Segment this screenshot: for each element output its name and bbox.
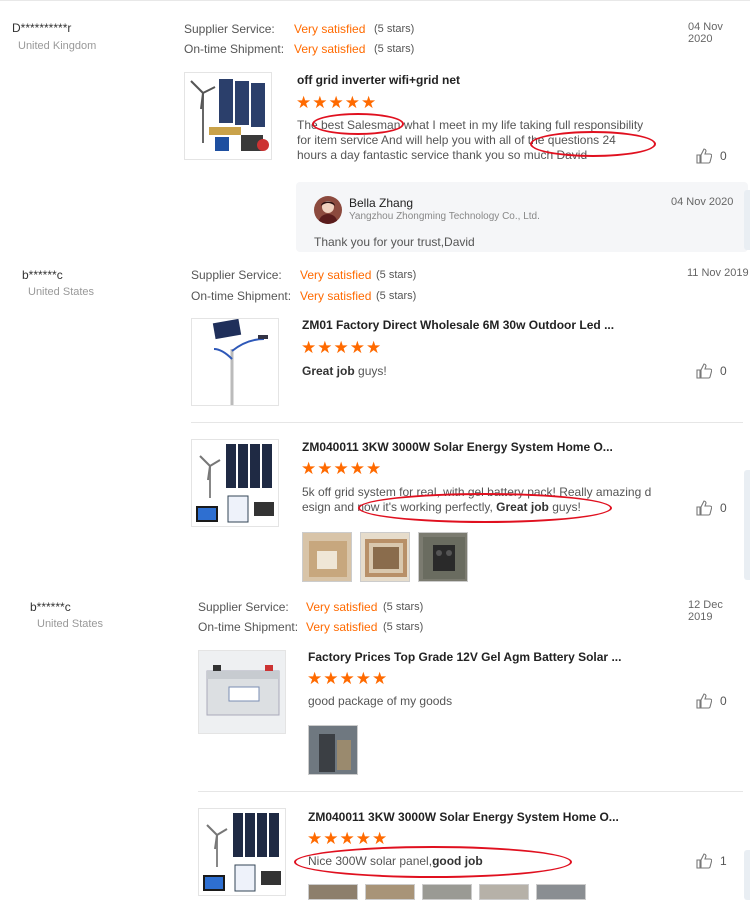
scrollbar-handle[interactable] [744,470,750,580]
product-thumbnail[interactable] [198,808,286,896]
thumbs-up-icon [696,148,712,164]
product-divider [191,422,743,423]
shipment-label: On-time Shipment: [184,42,285,56]
avatar [314,196,342,224]
shipment-value: Very satisfied [300,289,372,303]
like-count: 1 [720,854,727,868]
like-button[interactable]: 0 [696,363,727,379]
review-date: 11 Nov 2019 [687,267,749,279]
review-date: 12 Dec 2019 [688,599,723,623]
review-comment: Nice 300W solar panel,good job [308,854,483,868]
product-title[interactable]: ZM040011 3KW 3000W Solar Energy System H… [308,810,619,824]
reply-author-name: Bella Zhang [349,196,414,210]
buyer-country: United Kingdom [18,40,97,52]
shipment-value: Very satisfied [306,620,378,634]
product-divider [198,791,743,792]
thumbs-up-icon [696,363,712,379]
shipment-stars: (5 stars) [376,290,417,302]
supplier-service-stars: (5 stars) [376,269,417,281]
supplier-service-label: Supplier Service: [191,268,282,282]
review-photo[interactable] [536,884,586,900]
top-divider [0,0,750,1]
scrollbar-handle[interactable] [744,190,750,250]
review-photo[interactable] [302,532,352,582]
like-count: 0 [720,501,727,515]
supplier-service-stars: (5 stars) [374,23,415,35]
scrollbar-handle[interactable] [744,850,750,900]
review-comment: The best Salesman what I meet in my life… [297,118,644,162]
review-comment: Great job guys! [302,364,387,378]
rating-stars: ★★★★★ [307,829,389,848]
review-photo[interactable] [365,884,415,900]
shipment-label: On-time Shipment: [191,289,292,303]
review-photo[interactable] [418,532,468,582]
shipment-stars: (5 stars) [383,621,424,633]
supplier-service-stars: (5 stars) [383,601,424,613]
like-count: 0 [720,364,727,378]
review-photo[interactable] [308,884,358,900]
product-title[interactable]: off grid inverter wifi+grid net [297,73,460,87]
shipment-value: Very satisfied [294,42,366,56]
buyer-name: b******c [30,600,71,614]
like-count: 0 [720,149,727,163]
supplier-service-label: Supplier Service: [184,22,275,36]
like-button[interactable]: 1 [696,853,727,869]
wind-solar-kit-image [185,73,271,159]
battery-image [199,651,285,733]
product-thumbnail[interactable] [191,318,279,406]
review-photo[interactable] [308,725,358,775]
like-button[interactable]: 0 [696,693,727,709]
review-photo[interactable] [479,884,529,900]
street-light-image [192,319,278,405]
review-comment: good package of my goods [308,694,453,708]
shipment-stars: (5 stars) [374,43,415,55]
supplier-service-value: Very satisfied [300,268,372,282]
rating-stars: ★★★★★ [296,93,378,112]
thumbs-up-icon [696,693,712,709]
thumbs-up-icon [696,853,712,869]
solar-system-image [199,809,285,895]
supplier-service-label: Supplier Service: [198,600,289,614]
reply-text: Thank you for your trust,David [314,235,475,249]
reply-date: 04 Nov 2020 [671,196,734,208]
review-comment: 5k off grid system for real, with gel ba… [302,485,652,514]
rating-stars: ★★★★★ [307,669,389,688]
reply-author-company: Yangzhou Zhongming Technology Co., Ltd. [349,211,540,222]
rating-stars: ★★★★★ [301,459,383,478]
product-title[interactable]: ZM040011 3KW 3000W Solar Energy System H… [302,440,613,454]
like-button[interactable]: 0 [696,500,727,516]
review-date: 04 Nov 2020 [688,21,723,45]
rating-stars: ★★★★★ [301,338,383,357]
product-thumbnail[interactable] [198,650,286,734]
like-button[interactable]: 0 [696,148,727,164]
buyer-country: United States [28,286,95,298]
like-count: 0 [720,694,727,708]
supplier-service-value: Very satisfied [294,22,366,36]
product-title[interactable]: ZM01 Factory Direct Wholesale 6M 30w Out… [302,318,614,332]
product-title[interactable]: Factory Prices Top Grade 12V Gel Agm Bat… [308,650,621,664]
supplier-reply: Bella Zhang Yangzhou Zhongming Technolog… [296,182,748,252]
solar-system-image [192,440,278,526]
buyer-country: United States [37,618,104,630]
product-thumbnail[interactable] [184,72,272,160]
review-photo[interactable] [360,532,410,582]
thumbs-up-icon [696,500,712,516]
buyer-name: D**********r [12,21,72,35]
buyer-name: b******c [22,268,63,282]
supplier-service-value: Very satisfied [306,600,378,614]
review-photo[interactable] [422,884,472,900]
product-thumbnail[interactable] [191,439,279,527]
shipment-label: On-time Shipment: [198,620,299,634]
